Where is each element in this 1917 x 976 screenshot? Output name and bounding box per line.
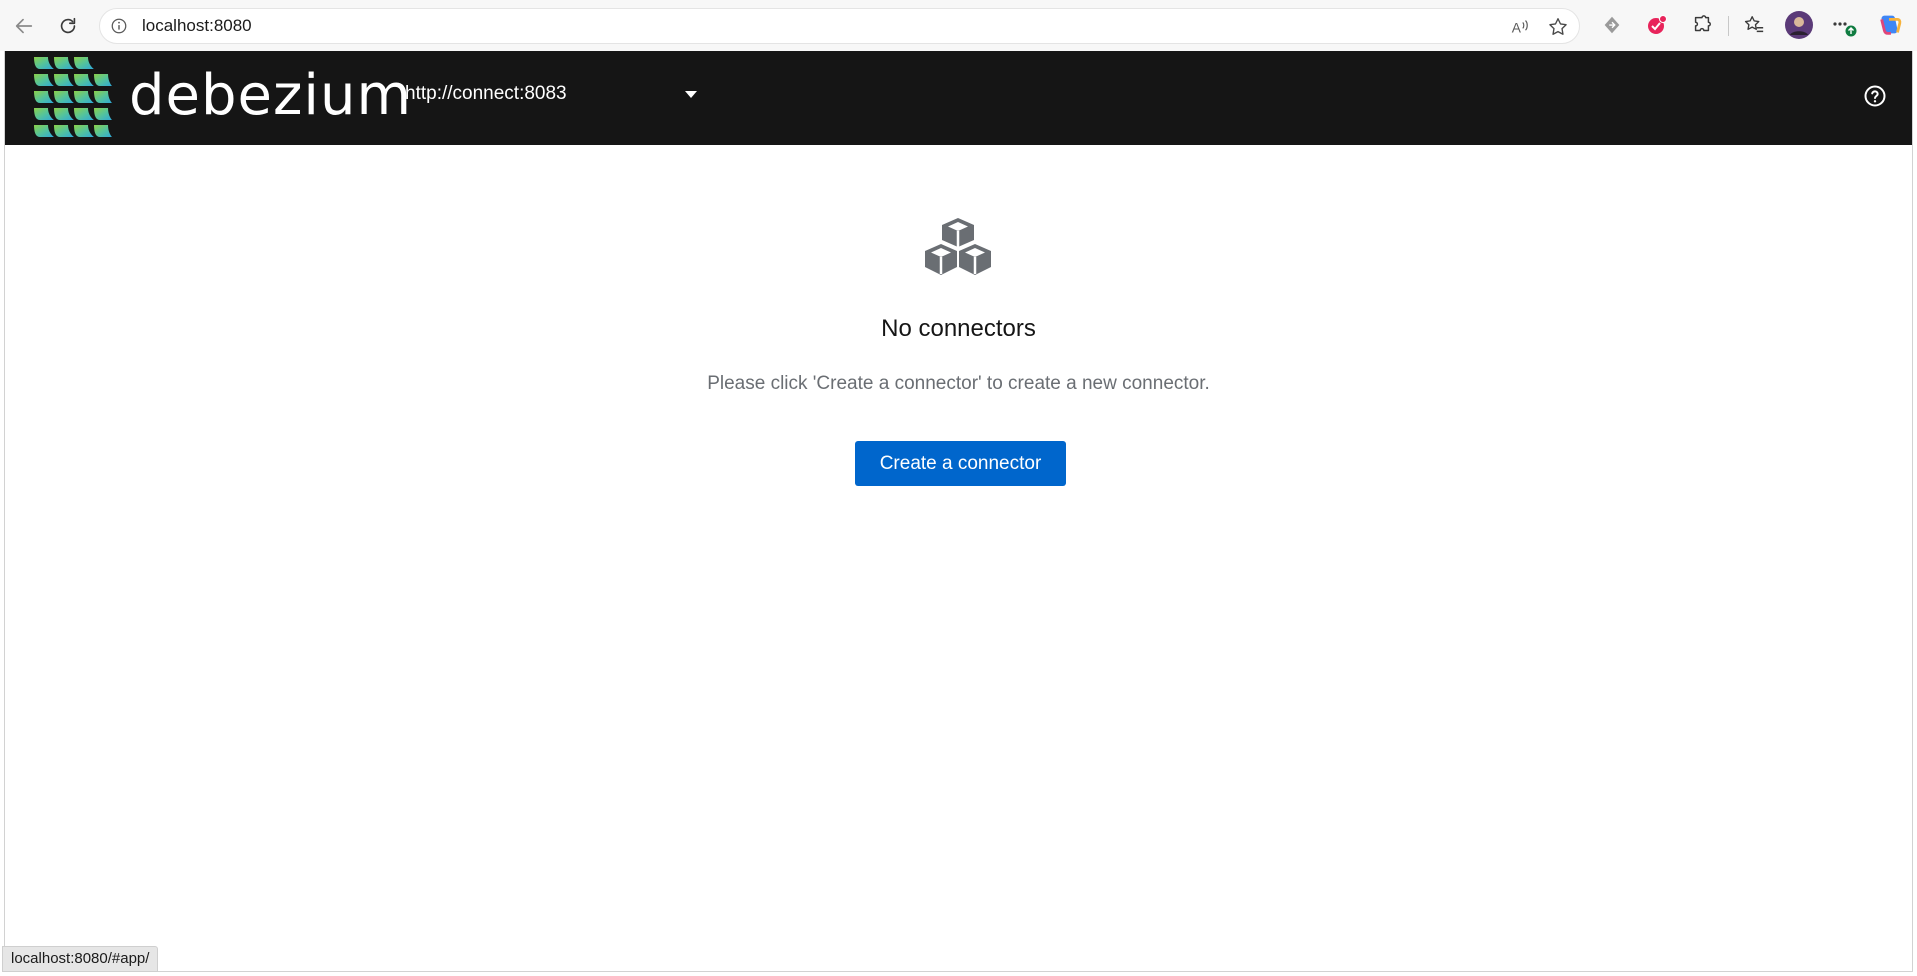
- read-aloud-icon: A: [1512, 20, 1528, 36]
- url-text[interactable]: localhost:8080: [142, 9, 252, 43]
- svg-text:A: A: [1512, 21, 1522, 36]
- settings-more-button[interactable]: [1829, 10, 1859, 40]
- favorites-button[interactable]: [1739, 10, 1769, 40]
- extension-button-2[interactable]: [1642, 10, 1672, 40]
- back-button[interactable]: [6, 8, 42, 44]
- refresh-button[interactable]: [50, 8, 86, 44]
- puzzle-icon: [1694, 15, 1711, 32]
- help-icon[interactable]: [1863, 84, 1887, 108]
- caret-down-icon[interactable]: [683, 86, 699, 102]
- profile-button[interactable]: [1784, 10, 1814, 40]
- browser-toolbar: localhost:8080 A: [0, 0, 1917, 51]
- red-extension-icon: [1648, 15, 1667, 34]
- empty-state-title: No connectors: [881, 315, 1036, 342]
- cluster-select-value[interactable]: http://connect:8083: [405, 73, 567, 115]
- status-bar-url: localhost:8080/#app/: [2, 946, 159, 972]
- copilot-button[interactable]: [1875, 10, 1905, 40]
- toolbar-divider: [1728, 16, 1729, 36]
- debezium-logo-icon: [34, 57, 112, 137]
- extension-button[interactable]: [1597, 10, 1627, 40]
- diamond-extension-icon: [1604, 16, 1620, 34]
- create-connector-button[interactable]: Create a connector: [855, 441, 1066, 486]
- cubes-icon: [925, 218, 991, 275]
- back-arrow-icon: [15, 18, 33, 34]
- site-info-icon[interactable]: [110, 17, 128, 35]
- read-aloud-button[interactable]: A: [1508, 15, 1532, 39]
- brand-name[interactable]: debezium: [129, 61, 412, 131]
- star-icon: [1549, 18, 1567, 35]
- cluster-select[interactable]: http://connect:8083: [405, 73, 705, 115]
- avatar: [1785, 11, 1813, 39]
- copilot-icon: [1880, 15, 1902, 35]
- extensions-button[interactable]: [1687, 10, 1717, 40]
- app-frame: debezium http://connect:8083 No connecto…: [4, 51, 1913, 972]
- refresh-icon: [60, 17, 76, 34]
- favorite-button[interactable]: [1546, 15, 1570, 39]
- empty-state-body: Please click 'Create a connector' to cre…: [707, 373, 1210, 394]
- favorites-list-icon: [1744, 16, 1764, 33]
- address-bar[interactable]: localhost:8080 A: [99, 8, 1580, 44]
- masthead: debezium http://connect:8083: [5, 51, 1912, 145]
- more-dots-icon: [1833, 22, 1857, 37]
